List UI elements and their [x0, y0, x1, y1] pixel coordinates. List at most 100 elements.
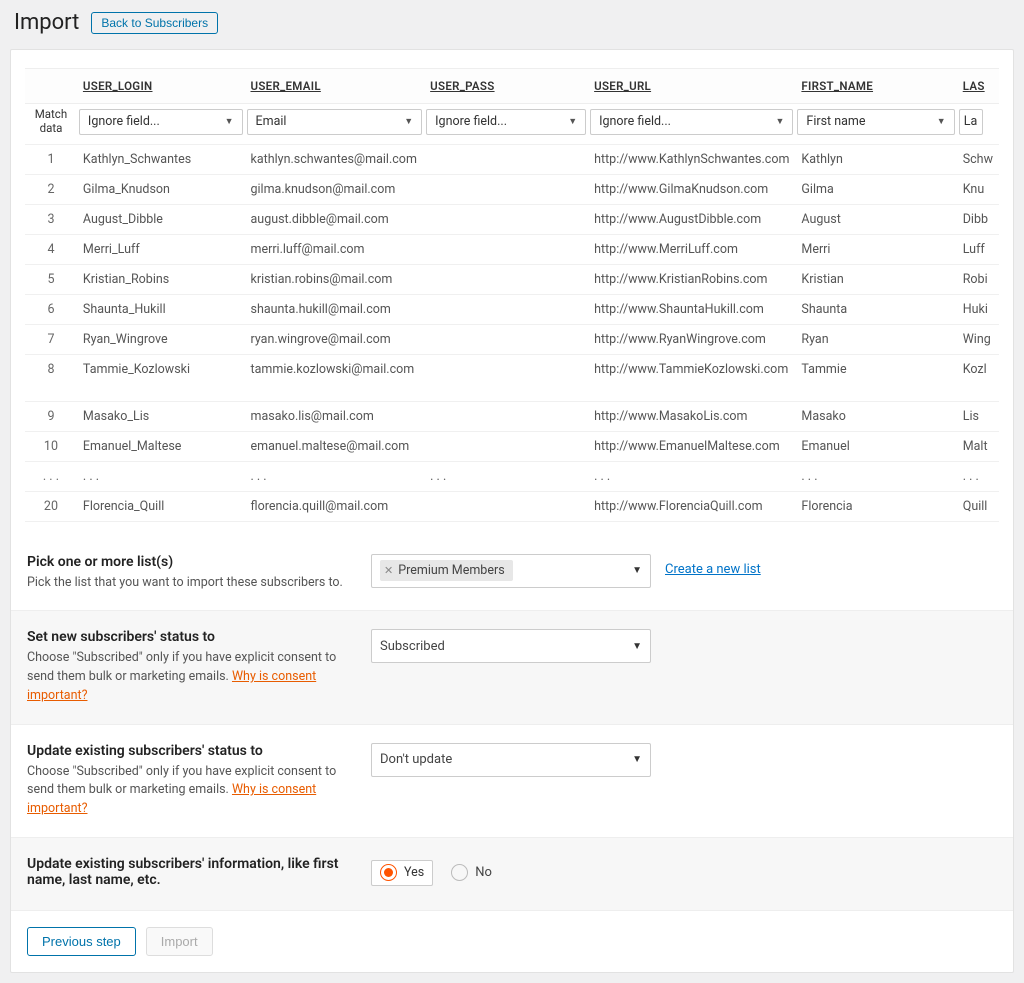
col-header-pass[interactable]: USER_PASS	[424, 69, 588, 104]
table-row: 2Gilma_Knudsongilma.knudson@mail.comhttp…	[25, 174, 999, 204]
table-cell: http://www.AugustDibble.com	[588, 204, 795, 234]
col-header-last[interactable]: LAS	[957, 69, 999, 104]
chip-remove-icon[interactable]: ✕	[384, 564, 393, 577]
table-cell	[424, 174, 588, 204]
table-cell: 4	[25, 234, 77, 264]
match-select-col-3[interactable]: Ignore field...▼	[426, 109, 586, 135]
chevron-down-icon: ▼	[775, 116, 784, 127]
table-cell: . . .	[795, 461, 956, 491]
table-cell: gilma.knudson@mail.com	[245, 174, 425, 204]
previous-step-button[interactable]: Previous step	[27, 927, 136, 956]
pick-lists-title: Pick one or more list(s)	[27, 554, 347, 570]
update-status-dropdown[interactable]: Don't update ▼	[371, 743, 651, 777]
table-cell: Kozl	[957, 354, 999, 401]
match-select-col-2[interactable]: Email▼	[247, 109, 423, 135]
table-cell: 20	[25, 491, 77, 521]
table-cell: 10	[25, 431, 77, 461]
table-cell: florencia.quill@mail.com	[245, 491, 425, 521]
table-row: 3August_Dibbleaugust.dibble@mail.comhttp…	[25, 204, 999, 234]
table-cell: 1	[25, 144, 77, 174]
table-cell: . . .	[957, 461, 999, 491]
table-cell: Tammie	[795, 354, 956, 401]
table-cell: Quill	[957, 491, 999, 521]
match-select-col-1[interactable]: Ignore field...▼	[79, 109, 243, 135]
table-cell: Malt	[957, 431, 999, 461]
match-select-col-6[interactable]: La	[959, 109, 983, 135]
table-cell	[424, 354, 588, 401]
create-new-list-link[interactable]: Create a new list	[665, 562, 761, 577]
match-data-table: Matchdata Ignore field...▼ Email▼ Ignore…	[25, 68, 999, 522]
table-row: 10Emanuel_Malteseemanuel.maltese@mail.co…	[25, 431, 999, 461]
update-info-no-radio[interactable]: No	[451, 864, 492, 881]
table-cell: Shaunta	[795, 294, 956, 324]
table-row: 7Ryan_Wingroveryan.wingrove@mail.com http…	[25, 324, 999, 354]
table-cell: http://www.TammieKozlowski.com	[588, 354, 795, 401]
table-cell: Ryan_Wingrove	[77, 324, 245, 354]
table-cell	[424, 264, 588, 294]
table-cell: Emanuel	[795, 431, 956, 461]
col-header-first[interactable]: FIRST_NAME	[795, 69, 956, 104]
table-cell: ryan.wingrove@mail.com	[245, 324, 425, 354]
table-cell: Luff	[957, 234, 999, 264]
update-status-desc: Choose "Subscribed" only if you have exp…	[27, 763, 347, 819]
table-cell: shaunta.hukill@mail.com	[245, 294, 425, 324]
table-cell: http://www.GilmaKnudson.com	[588, 174, 795, 204]
update-status-title: Update existing subscribers' status to	[27, 743, 347, 759]
chevron-down-icon: ▼	[632, 641, 642, 652]
lists-dropdown[interactable]: ✕ Premium Members ▼	[371, 554, 651, 588]
chevron-down-icon: ▼	[225, 116, 234, 127]
col-header-login[interactable]: USER_LOGIN	[77, 69, 245, 104]
table-cell	[424, 324, 588, 354]
table-cell: http://www.MerriLuff.com	[588, 234, 795, 264]
table-cell: kristian.robins@mail.com	[245, 264, 425, 294]
table-cell	[424, 204, 588, 234]
table-cell: masako.lis@mail.com	[245, 401, 425, 431]
page-title: Import	[14, 10, 79, 35]
back-to-subscribers-button[interactable]: Back to Subscribers	[91, 12, 218, 34]
table-cell	[424, 234, 588, 264]
table-cell: Schw	[957, 144, 999, 174]
table-cell	[424, 294, 588, 324]
import-button[interactable]: Import	[146, 927, 213, 956]
table-cell: emanuel.maltese@mail.com	[245, 431, 425, 461]
table-cell: http://www.RyanWingrove.com	[588, 324, 795, 354]
radio-icon	[380, 864, 397, 881]
table-row: 4Merri_Luffmerri.luff@mail.comhttp://www…	[25, 234, 999, 264]
table-cell: 9	[25, 401, 77, 431]
table-cell: 7	[25, 324, 77, 354]
table-cell: merri.luff@mail.com	[245, 234, 425, 264]
table-row: 6Shaunta_Hukillshaunta.hukill@mail.comht…	[25, 294, 999, 324]
table-cell: Kristian	[795, 264, 956, 294]
table-cell: Lis	[957, 401, 999, 431]
match-select-col-5[interactable]: First name▼	[797, 109, 954, 135]
table-cell: Kristian_Robins	[77, 264, 245, 294]
col-header-email[interactable]: USER_EMAIL	[245, 69, 425, 104]
update-info-title: Update existing subscribers' information…	[27, 856, 347, 888]
table-cell: Masako_Lis	[77, 401, 245, 431]
chevron-down-icon: ▼	[632, 565, 642, 576]
list-chip: ✕ Premium Members	[380, 560, 513, 581]
table-cell: http://www.FlorenciaQuill.com	[588, 491, 795, 521]
table-cell: . . .	[245, 461, 425, 491]
table-row: 5Kristian_Robinskristian.robins@mail.com…	[25, 264, 999, 294]
radio-icon	[451, 864, 468, 881]
table-row: 20Florencia_Quillflorencia.quill@mail.co…	[25, 491, 999, 521]
chevron-down-icon: ▼	[937, 116, 946, 127]
col-header-url[interactable]: USER_URL	[588, 69, 795, 104]
table-cell	[424, 144, 588, 174]
table-row: 9Masako_Lismasako.lis@mail.comhttp://www…	[25, 401, 999, 431]
table-cell: August	[795, 204, 956, 234]
new-status-dropdown[interactable]: Subscribed ▼	[371, 629, 651, 663]
match-data-label: Matchdata	[25, 104, 77, 145]
match-select-col-4[interactable]: Ignore field...▼	[590, 109, 793, 135]
import-card: Matchdata Ignore field...▼ Email▼ Ignore…	[10, 49, 1014, 973]
table-cell: Gilma_Knudson	[77, 174, 245, 204]
table-cell: Huki	[957, 294, 999, 324]
table-cell: tammie.kozlowski@mail.com	[245, 354, 425, 401]
table-cell: Ryan	[795, 324, 956, 354]
table-cell: http://www.KathlynSchwantes.com	[588, 144, 795, 174]
update-info-yes-radio[interactable]: Yes	[371, 860, 433, 886]
table-cell: . . .	[25, 461, 77, 491]
table-cell	[424, 491, 588, 521]
table-cell: http://www.EmanuelMaltese.com	[588, 431, 795, 461]
